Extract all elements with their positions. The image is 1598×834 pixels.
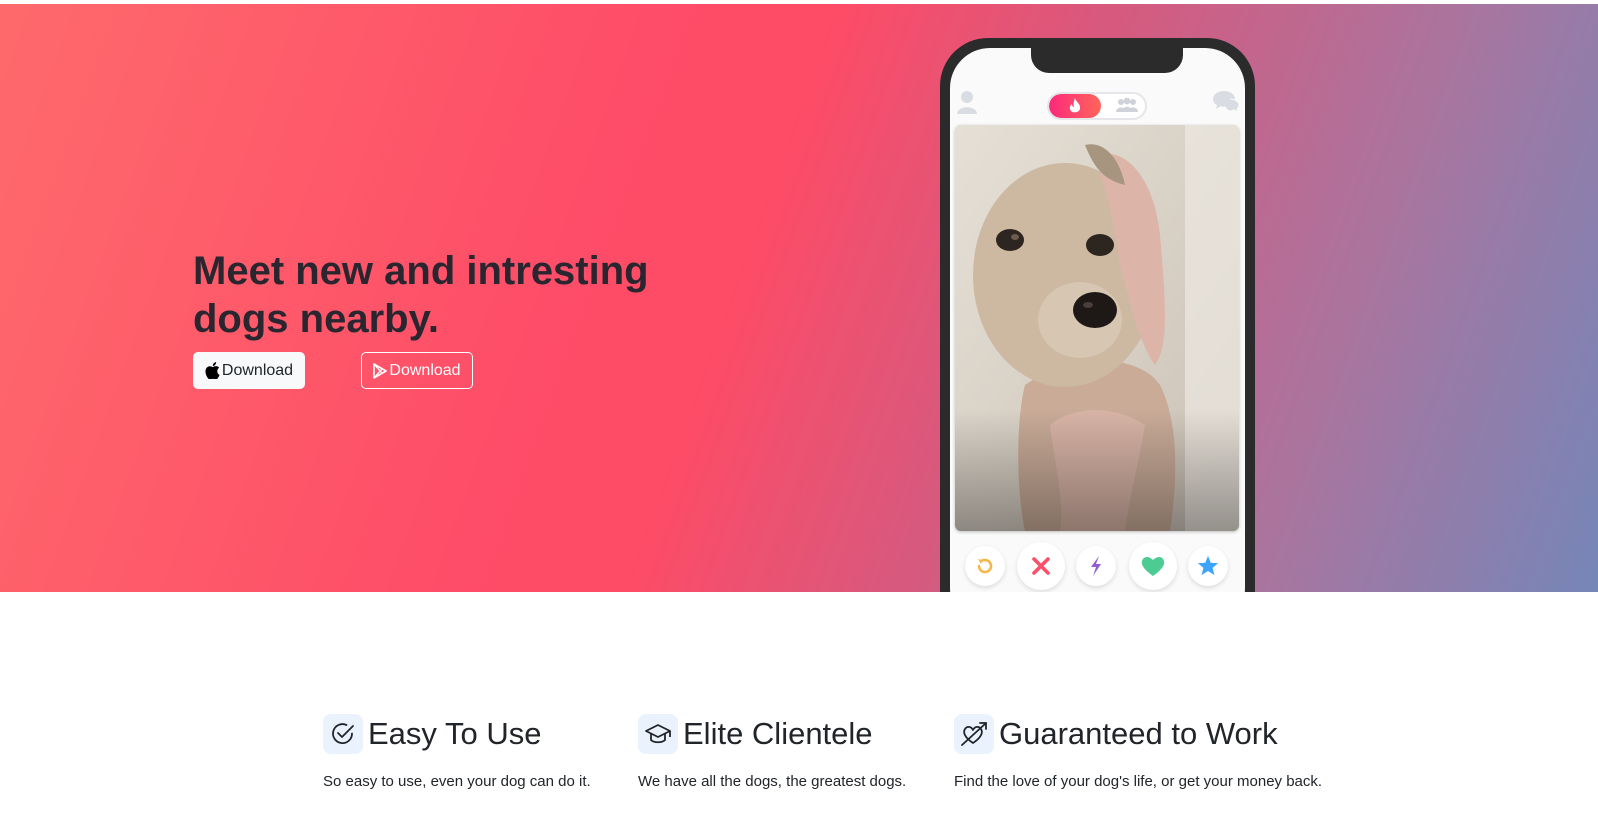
feature-title: Easy To Use [368, 716, 542, 751]
hero-section: Meet new and intresting dogs nearby. Dow… [0, 4, 1598, 592]
hero-title: Meet new and intresting dogs nearby. [193, 249, 649, 341]
heart-arrow-icon [954, 714, 994, 754]
profile-icon[interactable] [956, 90, 978, 119]
mode-toggle[interactable] [1047, 92, 1147, 120]
rewind-icon[interactable] [965, 546, 1005, 586]
play-download-button[interactable]: Download [361, 352, 473, 389]
feature-title: Elite Clientele [683, 716, 873, 751]
google-play-icon [373, 362, 388, 379]
phone-notch [1031, 48, 1183, 73]
play-download-label: Download [389, 361, 461, 379]
feature-text: Find the love of your dog's life, or get… [954, 773, 1323, 790]
dog-photo[interactable] [955, 125, 1239, 531]
phone-mockup [940, 38, 1255, 592]
feature-text: So easy to use, even your dog can do it. [323, 773, 591, 790]
nope-icon[interactable] [1017, 542, 1065, 590]
check-circle-icon [323, 714, 363, 754]
apple-download-label: Download [221, 361, 294, 379]
like-icon[interactable] [1129, 542, 1177, 590]
feature-guaranteed: Guaranteed to Work Find the love of your… [954, 713, 1322, 790]
apple-icon [205, 362, 220, 379]
super-like-icon[interactable] [1188, 546, 1228, 586]
phone-screen [950, 48, 1245, 592]
feature-elite-clientele: Elite Clientele We have all the dogs, th… [638, 713, 906, 790]
feature-text: We have all the dogs, the greatest dogs. [638, 773, 907, 790]
flame-icon[interactable] [1049, 94, 1101, 118]
apple-download-button[interactable]: Download [193, 352, 305, 389]
feature-easy-to-use: Easy To Use So easy to use, even your do… [323, 713, 591, 790]
chat-icon[interactable] [1213, 90, 1240, 117]
boost-icon[interactable] [1076, 546, 1116, 586]
group-icon[interactable] [1115, 97, 1139, 118]
app-top-bar [950, 88, 1245, 120]
action-bar [950, 541, 1245, 591]
graduation-cap-icon [638, 714, 678, 754]
feature-title: Guaranteed to Work [999, 716, 1278, 751]
